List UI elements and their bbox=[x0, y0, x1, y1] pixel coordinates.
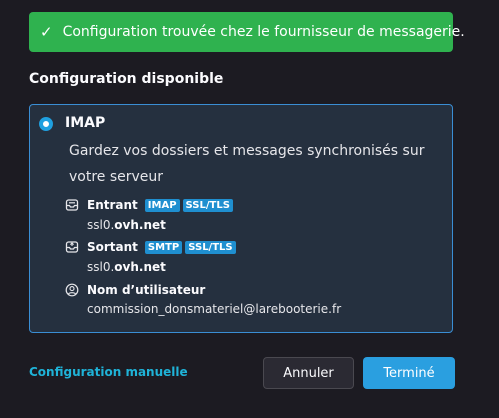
outgoing-security-badge: SSL/TLS bbox=[185, 240, 236, 254]
check-icon: ✓ bbox=[40, 23, 53, 41]
cancel-button[interactable]: Annuler bbox=[263, 357, 354, 389]
manual-configuration-link[interactable]: Configuration manuelle bbox=[29, 365, 188, 379]
incoming-host-domain: ovh.net bbox=[114, 218, 166, 232]
incoming-protocol-badge: IMAP bbox=[144, 198, 180, 212]
protocol-title: IMAP bbox=[65, 115, 106, 131]
outgoing-server-row: Sortant SMTP SSL/TLS bbox=[65, 240, 236, 254]
incoming-server-row: Entrant IMAP SSL/TLS bbox=[65, 198, 233, 212]
account-setup-page: ✓ Configuration trouvée chez le fourniss… bbox=[0, 0, 499, 418]
success-notice: ✓ Configuration trouvée chez le fourniss… bbox=[29, 12, 465, 52]
outgoing-label: Sortant bbox=[87, 240, 138, 254]
username-label: Nom d’utilisateur bbox=[87, 283, 206, 297]
outgoing-host: ssl0.ovh.net bbox=[87, 260, 166, 274]
incoming-security-badge: SSL/TLS bbox=[182, 198, 233, 212]
username-value: commission_donsmateriel@larebooterie.fr bbox=[87, 302, 342, 316]
outgoing-host-prefix: ssl0. bbox=[87, 260, 115, 274]
imap-config-option[interactable]: IMAP Gardez vos dossiers et messages syn… bbox=[29, 104, 453, 333]
outgoing-host-domain: ovh.net bbox=[114, 260, 166, 274]
section-title: Configuration disponible bbox=[29, 71, 224, 87]
incoming-label: Entrant bbox=[87, 198, 138, 212]
username-row: Nom d’utilisateur bbox=[65, 283, 209, 297]
inbox-icon bbox=[65, 199, 79, 211]
outbox-icon bbox=[65, 241, 79, 253]
imap-radio-button[interactable] bbox=[39, 117, 53, 131]
incoming-host-prefix: ssl0. bbox=[87, 218, 115, 232]
done-button[interactable]: Terminé bbox=[363, 357, 455, 389]
incoming-host: ssl0.ovh.net bbox=[87, 218, 166, 232]
success-notice-text: Configuration trouvée chez le fournisseu… bbox=[62, 24, 465, 40]
protocol-description: Gardez vos dossiers et messages synchron… bbox=[69, 143, 425, 185]
outgoing-protocol-badge: SMTP bbox=[144, 240, 183, 254]
user-icon bbox=[65, 283, 79, 297]
